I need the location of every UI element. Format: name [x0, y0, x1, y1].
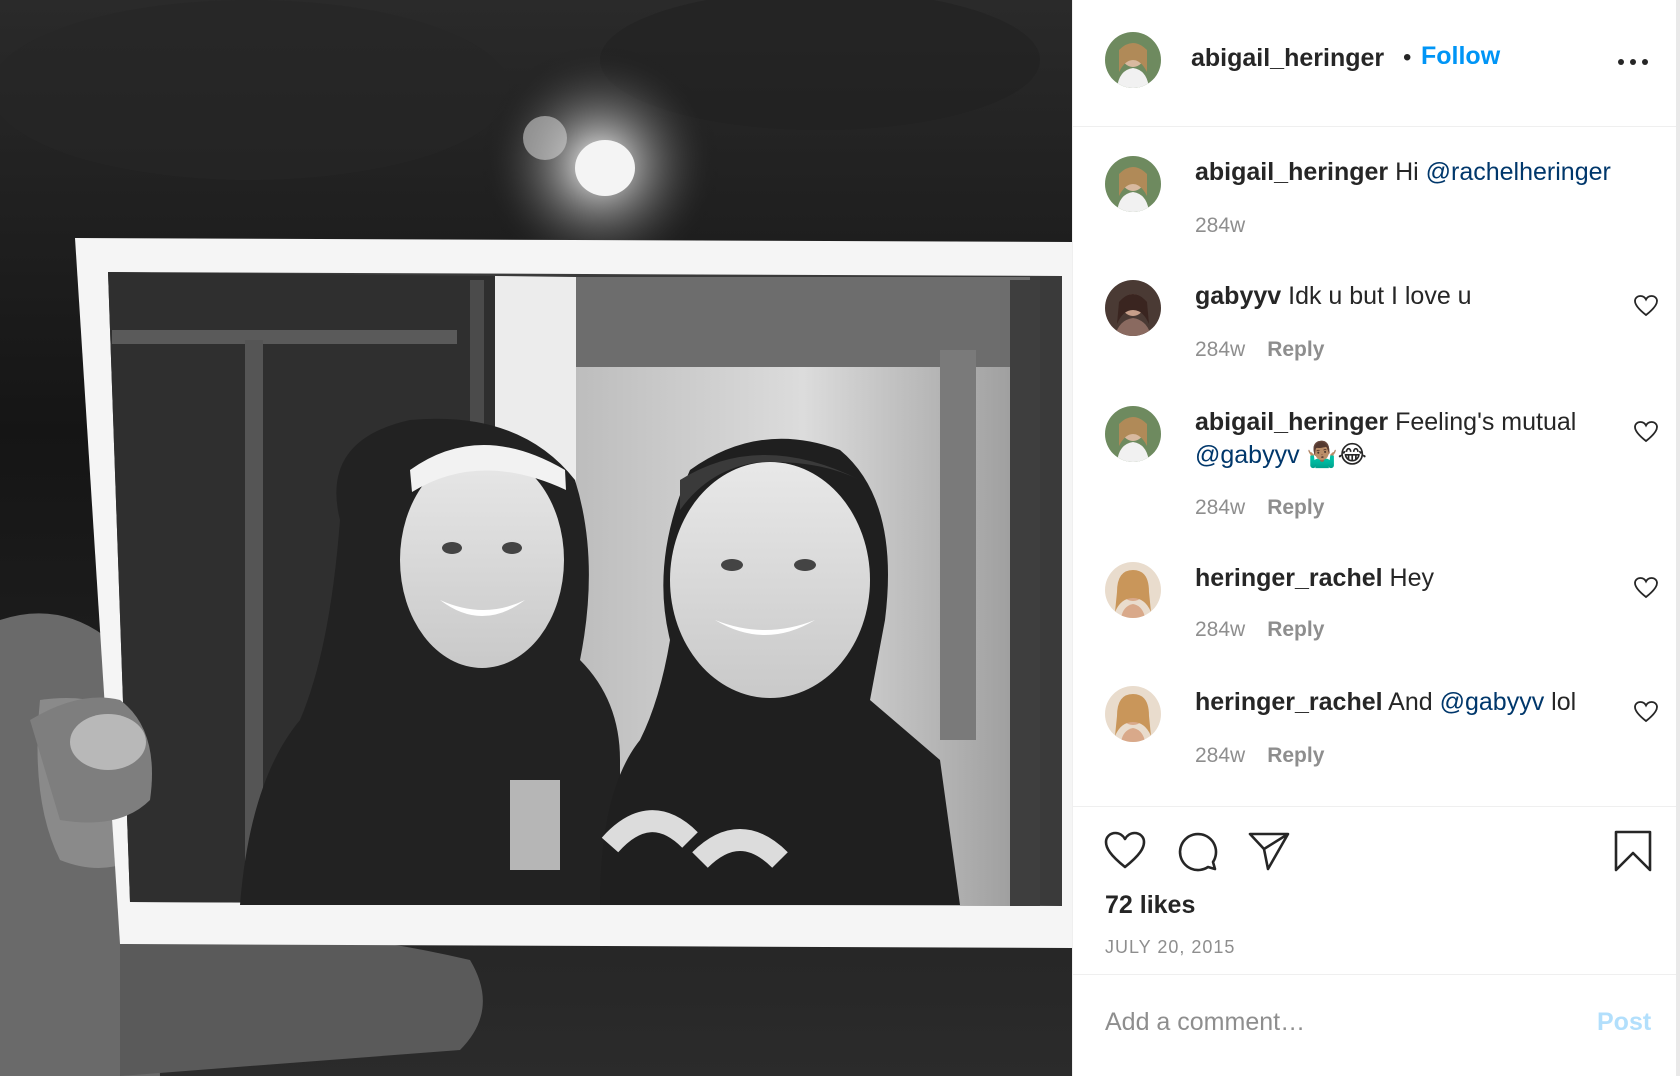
comment-body: Hey	[1389, 564, 1435, 592]
mention-link[interactable]: @gabyyv	[1195, 441, 1300, 469]
post-comment-button[interactable]: Post	[1597, 1008, 1651, 1037]
post-date[interactable]: JULY 20, 2015	[1105, 937, 1235, 958]
avatar[interactable]	[1105, 406, 1161, 462]
comment-text: abigail_heringer Feeling's mutual @gabyy…	[1195, 406, 1615, 472]
comment-like-heart-icon[interactable]	[1633, 420, 1659, 444]
comment-body: And	[1388, 688, 1440, 716]
comment-time[interactable]: 284w	[1195, 338, 1245, 361]
comment-time[interactable]: 284w	[1195, 618, 1245, 641]
post-photo[interactable]	[0, 0, 1072, 1076]
comment-meta: 284w	[1195, 214, 1245, 238]
reply-button[interactable]: Reply	[1267, 338, 1324, 361]
comment-username[interactable]: heringer_rachel	[1195, 688, 1383, 716]
comment-time[interactable]: 284w	[1195, 496, 1245, 519]
reply-button[interactable]: Reply	[1267, 496, 1324, 519]
comment-icon[interactable]	[1175, 829, 1219, 873]
scrollbar-track	[1676, 0, 1680, 1076]
post-header: abigail_heringer • Follow	[1073, 0, 1677, 127]
comment-username[interactable]: gabyyv	[1195, 282, 1281, 310]
post-sidebar: abigail_heringer • Follow abigail_hering…	[1072, 0, 1677, 1076]
bookmark-icon[interactable]	[1611, 829, 1655, 873]
post-author-username[interactable]: abigail_heringer	[1191, 44, 1384, 73]
comment-username[interactable]: abigail_heringer	[1195, 158, 1388, 186]
reply-button[interactable]: Reply	[1267, 744, 1324, 767]
comment-text: heringer_rachel And @gabyyv lol	[1195, 686, 1615, 719]
comment-meta: 284w Reply	[1195, 496, 1324, 520]
avatar[interactable]	[1105, 686, 1161, 742]
comment-body: Feeling's mutual	[1395, 408, 1577, 436]
avatar[interactable]	[1105, 156, 1161, 212]
comment-like-heart-icon[interactable]	[1633, 700, 1659, 724]
avatar[interactable]	[1105, 280, 1161, 336]
comment-emoji: 🤷🏽‍♂️😂	[1299, 441, 1367, 469]
comment-username[interactable]: abigail_heringer	[1195, 408, 1388, 436]
mention-link[interactable]: @gabyyv	[1440, 688, 1545, 716]
avatar[interactable]	[1105, 32, 1161, 88]
comment-time[interactable]: 284w	[1195, 744, 1245, 767]
likes-count[interactable]: 72 likes	[1105, 891, 1195, 920]
follow-button[interactable]: Follow	[1421, 42, 1500, 71]
comment-text: abigail_heringer Hi @rachelheringer	[1195, 156, 1615, 189]
comment-text: gabyyv Idk u but I love u	[1195, 280, 1615, 313]
comment-body: Hi	[1395, 158, 1426, 186]
comment-like-heart-icon[interactable]	[1633, 294, 1659, 318]
comment-like-heart-icon[interactable]	[1633, 576, 1659, 600]
add-comment-input[interactable]	[1105, 1008, 1525, 1037]
comment-meta: 284w Reply	[1195, 618, 1324, 642]
comment-meta: 284w Reply	[1195, 744, 1324, 768]
mention-link[interactable]: @rachelheringer	[1426, 158, 1611, 186]
heart-icon[interactable]	[1103, 829, 1147, 873]
comment-time[interactable]: 284w	[1195, 214, 1245, 237]
post-actions: 72 likes JULY 20, 2015	[1073, 806, 1677, 975]
comment-body-end: lol	[1544, 688, 1577, 716]
comment-meta: 284w Reply	[1195, 338, 1324, 362]
more-options-icon[interactable]	[1613, 48, 1653, 78]
separator-dot: •	[1403, 44, 1412, 71]
comment-body: Idk u but I love u	[1288, 282, 1472, 310]
paper-plane-icon[interactable]	[1247, 829, 1291, 873]
reply-button[interactable]: Reply	[1267, 618, 1324, 641]
comment-username[interactable]: heringer_rachel	[1195, 564, 1383, 592]
avatar[interactable]	[1105, 562, 1161, 618]
comment-text: heringer_rachel Hey	[1195, 562, 1615, 595]
